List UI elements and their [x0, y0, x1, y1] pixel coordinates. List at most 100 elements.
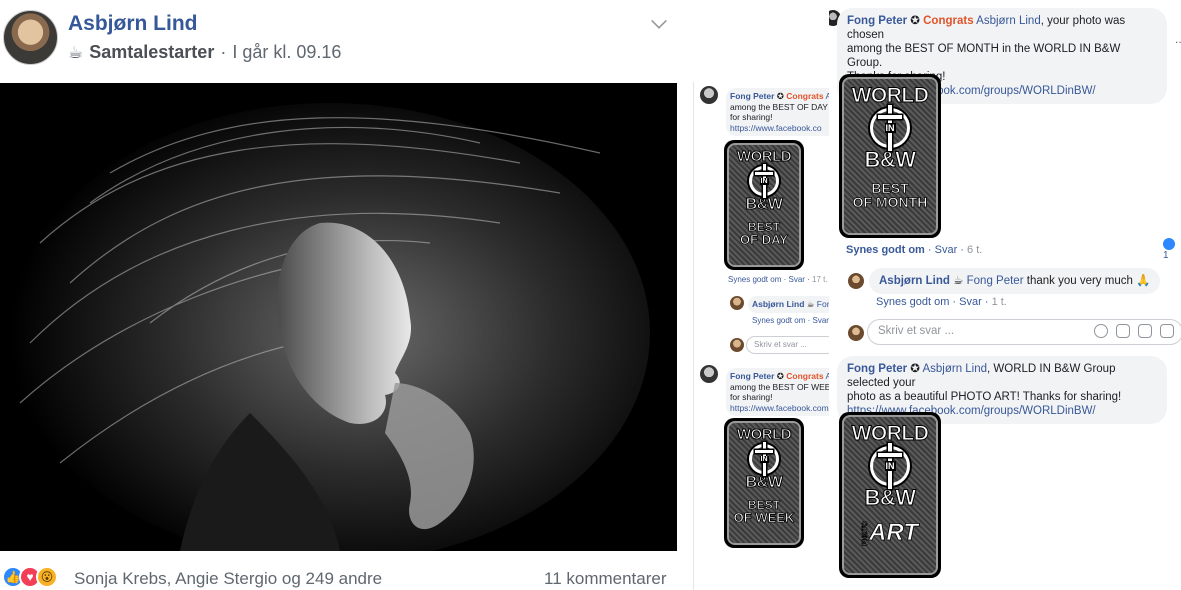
feeling-label[interactable]: Samtalestarter	[89, 42, 214, 63]
portrait-photo-image	[0, 83, 677, 551]
like-link[interactable]: Synes godt om	[728, 275, 781, 284]
badge-title: WORLD	[851, 422, 929, 445]
comment-line: among the BEST OF DAY i	[730, 101, 829, 112]
reply-input[interactable]: Skriv et svar ...	[867, 319, 1181, 345]
badge-icon: ✪	[776, 371, 784, 381]
badge-title: B&W	[745, 474, 783, 491]
badge-title: WORLD	[736, 148, 792, 165]
post-author-name[interactable]: Asbjørn Lind	[68, 12, 198, 36]
meta-separator: ·	[220, 42, 227, 62]
reply-link[interactable]: Svar	[959, 296, 982, 308]
badge-title: WORLD	[851, 84, 929, 107]
reply-actions: Synes godt om · Svar · 1 t.	[876, 296, 1007, 308]
commenter-avatar[interactable]	[700, 365, 718, 383]
comment-author[interactable]: Fong Peter	[847, 363, 907, 375]
badge-title: B&W	[745, 196, 783, 213]
comment-congrats: Congrats	[923, 15, 974, 27]
post-photo[interactable]	[0, 83, 677, 551]
reaction-names[interactable]: Sonja Krebs, Angie Stergio og 249 andre	[74, 569, 382, 589]
reply-input[interactable]: Skriv et svar ...	[746, 336, 829, 354]
comment-link[interactable]: https://www.facebook.com	[730, 403, 829, 414]
emoji-icon[interactable]	[1094, 324, 1108, 338]
gif-icon[interactable]	[1138, 324, 1152, 338]
commenter-avatar[interactable]	[700, 86, 718, 104]
badge-title: B&W	[864, 485, 917, 510]
badge-subtitle: OF WEEK	[733, 510, 795, 525]
comment-time[interactable]: 17 t.	[812, 275, 828, 284]
reply-avatar[interactable]	[730, 296, 744, 310]
reply-author[interactable]: Asbjørn Lind	[879, 275, 950, 287]
comment-text: among the BEST OF MONTH in the WORLD IN …	[847, 43, 1121, 69]
facebook-post: Asbjørn Lind ☕ Samtalestarter · I går kl…	[0, 0, 678, 590]
badge-subtitle: OF DAY	[740, 232, 789, 247]
comment-count[interactable]: 11 kommentarer	[544, 569, 667, 589]
coffee-cup-icon: ☕	[68, 42, 84, 62]
comment-bubble: Fong Peter ✪ Congrats A among the BEST O…	[726, 368, 829, 416]
wow-icon: 😮	[36, 566, 58, 588]
comment-author[interactable]: Fong Peter	[730, 371, 774, 381]
badge-logo-icon: IN	[870, 443, 910, 489]
comment-tag[interactable]: Asbjørn Lind	[922, 363, 987, 375]
comment-author[interactable]: Fong Peter	[847, 15, 907, 27]
like-count: 1	[1163, 250, 1169, 261]
reply-actions: Synes godt om · Svar	[752, 316, 829, 325]
comment-bubble: Fong Peter ✪ Congrats As among the BEST …	[726, 88, 829, 136]
photo-art-badge-image[interactable]: WORLD IN B&W PHOTO ART	[839, 412, 941, 578]
badge-subtitle: BEST	[871, 180, 909, 196]
comment-congrats: Congrats	[786, 371, 824, 381]
comment-tag[interactable]: Asbjørn Lind	[976, 15, 1041, 27]
author-avatar[interactable]	[3, 10, 58, 65]
badge-icon: ✪	[776, 91, 784, 101]
reaction-icons[interactable]: 👍 ♥ 😮	[2, 566, 58, 588]
more-options-icon[interactable]: ...	[1175, 32, 1181, 46]
like-link[interactable]: Synes godt om	[752, 316, 805, 325]
badge-subtitle: OF MONTH	[852, 194, 928, 210]
like-icon	[1163, 238, 1175, 250]
comment-author[interactable]: Fong Peter	[730, 91, 774, 101]
photo-art-label: PHOTO ART	[862, 519, 919, 547]
comment-line: for sharing!	[730, 112, 773, 122]
sticker-icon[interactable]	[1160, 324, 1174, 338]
reply-tag[interactable]: Fon	[817, 299, 829, 309]
badge-icon: ✪	[910, 363, 920, 375]
badge-subtitle: ART	[869, 519, 919, 547]
post-timestamp[interactable]: I går kl. 09.16	[232, 42, 341, 63]
reply-input-tools	[1094, 324, 1174, 338]
badge-ring-label: IN	[884, 461, 896, 471]
reply-avatar[interactable]	[848, 273, 864, 289]
comment-line: among the BEST OF WEEK	[730, 381, 829, 392]
comment-actions: Synes godt om · Svar · 17 t.	[728, 275, 828, 284]
like-link[interactable]: Synes godt om	[846, 244, 925, 256]
badge-ring-label: IN	[884, 123, 896, 133]
best-of-day-badge-image[interactable]: WORLD IN B&W BEST OF DAY	[724, 140, 804, 270]
chevron-down-icon[interactable]	[651, 13, 667, 29]
reply-text: thank you very much 🙏	[1026, 275, 1151, 287]
reply-link[interactable]: Svar	[812, 316, 828, 325]
badge-ring-label: IN	[759, 177, 769, 185]
coffee-cup-icon: ☕	[953, 275, 964, 287]
best-of-month-badge-image[interactable]: WORLD IN B&W BEST OF MONTH	[839, 74, 941, 238]
comment-like-count[interactable]: 1	[1163, 238, 1181, 261]
badge-ring-label: IN	[759, 455, 769, 463]
comment-link[interactable]: https://www.facebook.co	[730, 123, 826, 134]
best-of-week-badge-image[interactable]: WORLD IN B&W BEST OF WEEK	[724, 418, 804, 548]
current-user-avatar	[848, 325, 864, 341]
reply-tag[interactable]: Fong Peter	[967, 275, 1024, 287]
reply-author[interactable]: Asbjørn Lind	[752, 299, 804, 309]
badge-title: WORLD	[736, 426, 792, 443]
comment-time[interactable]: 6 t.	[967, 244, 982, 256]
reply-link[interactable]: Svar	[788, 275, 804, 284]
current-user-avatar	[730, 338, 744, 352]
badge-subtitle: PHOTO	[862, 521, 870, 547]
comment-actions: Synes godt om · Svar · 6 t.	[846, 244, 983, 256]
badge-title: B&W	[864, 147, 917, 172]
comment-thread: Fong Peter ✪ Congrats Asbjørn Lind, your…	[829, 0, 1181, 590]
badge-logo-icon: IN	[749, 164, 779, 198]
reply-link[interactable]: Svar	[935, 244, 958, 256]
like-link[interactable]: Synes godt om	[876, 296, 949, 308]
shared-comment-thread-screenshot: Fong Peter ✪ Congrats As among the BEST …	[693, 82, 829, 590]
badge-logo-icon: IN	[749, 442, 779, 476]
comment-text: photo as a beautiful PHOTO ART! Thanks f…	[847, 391, 1122, 403]
camera-icon[interactable]	[1116, 324, 1130, 338]
reply-time[interactable]: 1 t.	[992, 296, 1007, 308]
